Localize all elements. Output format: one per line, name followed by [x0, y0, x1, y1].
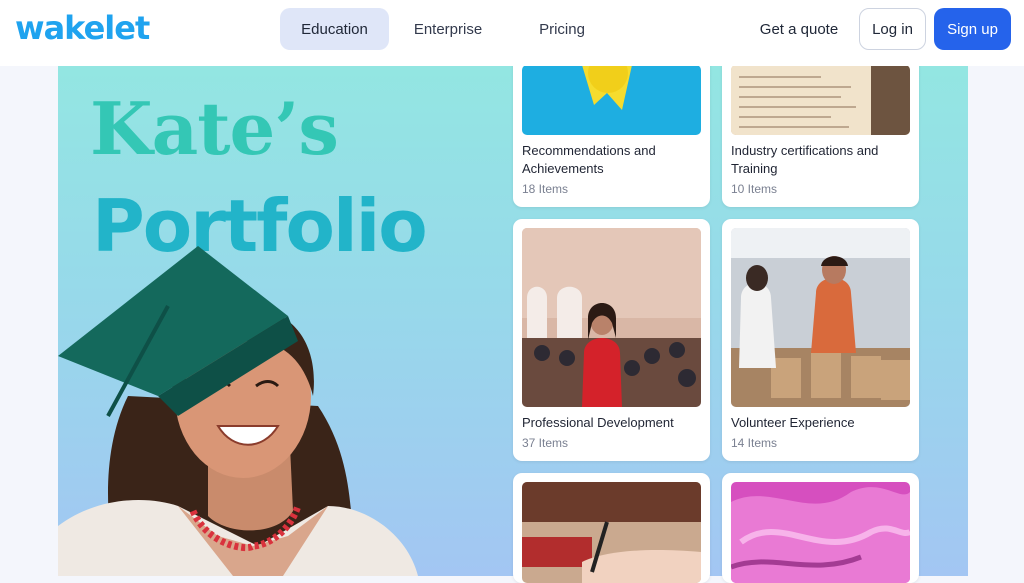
card-item-count: 14 Items [731, 436, 778, 450]
collection-card-recommendations[interactable]: Recommendations and Achievements 18 Item… [513, 56, 710, 207]
card-item-count: 10 Items [731, 182, 778, 196]
card-title: Professional Development [522, 415, 674, 430]
wakelet-logo[interactable]: wakelet [15, 9, 150, 47]
collection-card-5[interactable] [513, 473, 710, 583]
card-title: Recommendations and Achievements [522, 143, 656, 176]
card-image-document [731, 65, 910, 135]
card-image-volunteers [731, 228, 910, 407]
card-image-speaker [522, 228, 701, 407]
card-item-count: 37 Items [522, 436, 569, 450]
sign-up-button[interactable]: Sign up [934, 8, 1011, 50]
collection-card-professional-development[interactable]: Professional Development 37 Items [513, 219, 710, 461]
log-in-button[interactable]: Log in [859, 8, 926, 50]
top-nav-bar: wakelet Education Enterprise Pricing Get… [0, 0, 1024, 66]
card-image-ribbon [522, 65, 701, 135]
collection-card-certifications[interactable]: Industry certifications and Training 10 … [722, 56, 919, 207]
tab-enterprise[interactable]: Enterprise [398, 8, 498, 50]
tab-education[interactable]: Education [280, 8, 389, 50]
collection-card-volunteer-experience[interactable]: Volunteer Experience 14 Items [722, 219, 919, 461]
card-image-writing [522, 482, 701, 583]
tab-pricing[interactable]: Pricing [512, 8, 612, 50]
card-title: Industry certifications and Training [731, 143, 879, 176]
card-item-count: 18 Items [522, 182, 569, 196]
graduate-photo [58, 246, 418, 576]
collection-card-6[interactable] [722, 473, 919, 583]
get-a-quote-link[interactable]: Get a quote [752, 8, 846, 50]
card-image-abstract [731, 482, 910, 583]
card-title: Volunteer Experience [731, 415, 855, 430]
portfolio-title-name: Kate’s [90, 86, 339, 171]
